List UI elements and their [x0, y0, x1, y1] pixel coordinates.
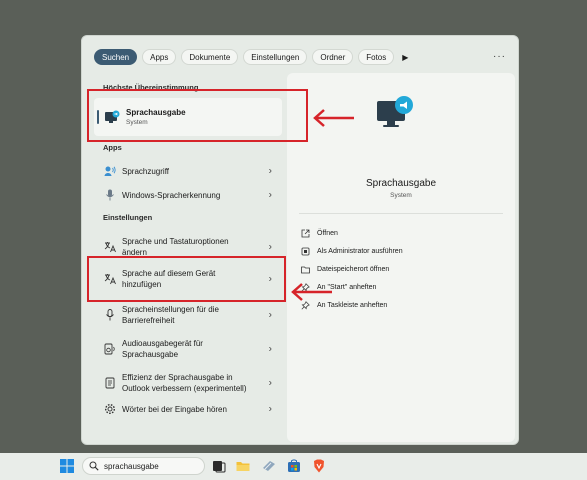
highlight-box-best-match: [87, 89, 308, 142]
arrow-left-icon: [291, 283, 332, 301]
app-item-label: Sprachzugriff: [122, 166, 169, 176]
app-item-voice-access[interactable]: Sprachzugriff ›: [94, 160, 282, 182]
section-settings: Einstellungen: [103, 213, 153, 222]
file-explorer-icon[interactable]: [236, 459, 250, 473]
action-open[interactable]: Öffnen: [301, 229, 338, 238]
windows-start-icon[interactable]: [60, 459, 74, 473]
settings-item-audio-output[interactable]: Audioausgabegerät für Sprachausgabe ›: [94, 336, 282, 362]
shield-icon: [301, 247, 310, 256]
divider: [299, 213, 503, 214]
action-run-as-admin[interactable]: Als Administrator ausführen: [301, 247, 403, 256]
section-apps: Apps: [103, 143, 122, 152]
narrator-icon: [377, 96, 413, 127]
microphone-icon: [106, 189, 114, 201]
open-icon: [301, 229, 310, 238]
snipping-tool-icon[interactable]: [262, 459, 276, 473]
settings-item-speech-accessibility[interactable]: Spracheinstellungen für die Barrierefrei…: [94, 302, 282, 328]
filter-chip-photos[interactable]: Fotos: [358, 49, 395, 65]
app-item-speech-recognition[interactable]: Windows-Spracherkennung ›: [94, 184, 282, 206]
document-icon: [105, 377, 115, 389]
action-open-file-location[interactable]: Dateispeicherort öffnen: [301, 265, 389, 274]
chevron-right-icon: ›: [268, 309, 272, 321]
chevron-right-icon: ›: [268, 377, 272, 389]
brave-browser-icon[interactable]: [312, 459, 326, 473]
arrow-left-icon: [313, 109, 354, 127]
chevron-right-icon: ›: [268, 403, 272, 415]
chevron-right-icon: ›: [268, 343, 272, 355]
app-item-label: Windows-Spracherkennung: [122, 190, 221, 200]
taskbar: sprachausgabe: [0, 453, 587, 480]
more-options-icon[interactable]: ···: [493, 51, 506, 62]
chevron-right-icon: ›: [268, 189, 272, 201]
taskbar-search-text: sprachausgabe: [104, 461, 159, 471]
preview-app-category: System: [390, 192, 412, 199]
settings-item-outlook-efficiency[interactable]: Effizienz der Sprachausgabe in Outlook v…: [94, 370, 282, 396]
task-view-icon[interactable]: [212, 459, 226, 473]
settings-item-text: Audioausgabegerät für Sprachausgabe: [122, 339, 203, 359]
microphone-icon: [106, 309, 114, 321]
filter-chip-settings[interactable]: Einstellungen: [243, 49, 308, 65]
preview-pane: Sprachausgabe System Öffnen Als Administ…: [287, 73, 515, 442]
action-pin-to-taskbar[interactable]: An Taskleiste anheften: [301, 301, 387, 310]
settings-item-text: Wörter bei der Eingabe hören: [122, 404, 227, 414]
filter-chip-documents[interactable]: Dokumente: [181, 49, 239, 65]
settings-item-text: Effizienz der Sprachausgabe in Outlook v…: [122, 373, 247, 393]
chevron-right-icon: ›: [268, 165, 272, 177]
gear-icon: [104, 403, 116, 415]
settings-item-text: Spracheinstellungen für die Barrierefrei…: [122, 305, 219, 325]
taskbar-search-box[interactable]: sprachausgabe: [82, 457, 205, 475]
pin-icon: [301, 301, 310, 310]
speaker-icon: [104, 343, 115, 355]
filter-chip-folders[interactable]: Ordner: [312, 49, 354, 65]
language-icon: [104, 242, 116, 253]
settings-item-text: Sprache und Tastaturoptionen ändern: [122, 237, 229, 257]
filter-bar: Suchen Apps Dokumente Einstellungen Ordn…: [94, 49, 411, 65]
filter-chip-apps[interactable]: Apps: [142, 49, 177, 65]
preview-app-name: Sprachausgabe: [365, 178, 437, 189]
filter-chip-all[interactable]: Suchen: [94, 49, 138, 65]
settings-item-hear-words[interactable]: Wörter bei der Eingabe hören ›: [94, 400, 282, 418]
play-icon[interactable]: ▶: [399, 49, 411, 65]
folder-icon: [301, 266, 310, 274]
chevron-right-icon: ›: [268, 241, 272, 253]
search-icon: [89, 461, 99, 471]
store-icon[interactable]: [287, 459, 301, 473]
voice-access-icon: [104, 166, 116, 176]
highlight-box-add-language: [87, 256, 286, 302]
